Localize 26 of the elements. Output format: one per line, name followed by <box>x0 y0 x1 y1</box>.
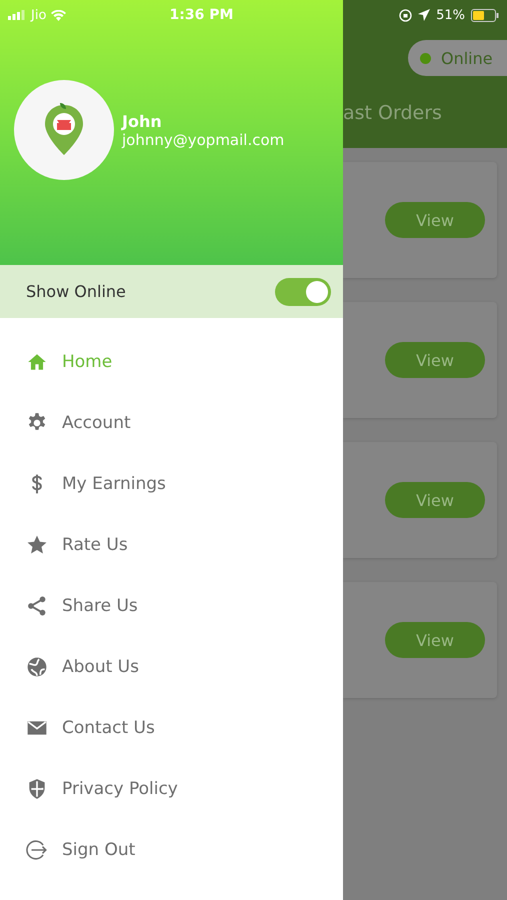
menu-item[interactable]: About Us <box>0 636 343 697</box>
carrier-name: Jio <box>31 8 46 22</box>
menu-item[interactable]: My Earnings <box>0 453 343 514</box>
share-icon <box>26 594 48 616</box>
status-time: 1:36 PM <box>168 7 234 23</box>
menu-item[interactable]: Share Us <box>0 575 343 636</box>
wifi-icon <box>51 10 66 20</box>
battery-icon <box>471 8 499 22</box>
rotation-lock-icon <box>399 8 412 22</box>
battery-percent: 51% <box>436 8 465 22</box>
location-arrow-icon <box>418 9 430 21</box>
location-pin-icon <box>44 103 84 157</box>
menu-item[interactable]: Rate Us <box>0 514 343 575</box>
menu-item[interactable]: Contact Us <box>0 697 343 758</box>
star-icon <box>26 534 48 556</box>
sign-out-icon <box>26 838 48 860</box>
menu-item[interactable]: Account <box>0 392 343 453</box>
user-name: John <box>122 112 163 130</box>
online-toggle[interactable] <box>275 278 331 306</box>
user-email: johnny@yopmail.com <box>122 130 284 148</box>
show-online-label: Show Online <box>26 282 126 301</box>
menu-item[interactable]: Sign Out <box>0 819 343 880</box>
tab-label: ast Orders <box>343 102 443 124</box>
menu-item[interactable]: Privacy Policy <box>0 758 343 819</box>
signal-icon <box>8 10 26 20</box>
globe-icon <box>26 656 48 678</box>
